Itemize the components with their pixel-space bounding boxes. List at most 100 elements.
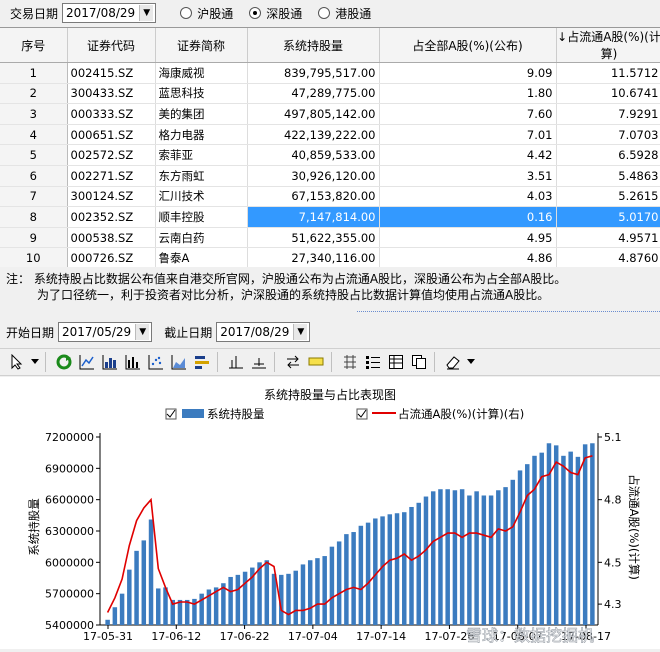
bar xyxy=(532,455,537,625)
x-tick-label: 17-06-12 xyxy=(151,630,201,643)
table-row[interactable]: 10 000726.SZ 鲁泰A 27,340,116.00 4.86 4.8760 xyxy=(0,247,660,267)
splitter-handle[interactable] xyxy=(357,311,660,315)
pct-all-cell: 7.60 xyxy=(379,103,557,125)
col-header-no[interactable]: 序号 xyxy=(0,28,68,63)
radio-label: 沪股通 xyxy=(197,6,234,21)
col-header-pct-float[interactable]: ↓占流通A股(%)(计算) xyxy=(556,28,660,63)
bar xyxy=(344,534,349,625)
table-icon[interactable] xyxy=(385,351,407,373)
vertical-line-icon[interactable] xyxy=(225,351,247,373)
bar xyxy=(365,522,371,625)
hbar-chart-icon[interactable] xyxy=(191,351,213,373)
col-header-code[interactable]: 证券代码 xyxy=(67,28,156,63)
copy-icon[interactable] xyxy=(408,351,430,373)
table-row[interactable]: 3 000333.SZ 美的集团 497,805,142.00 7.60 7.9291 xyxy=(0,103,660,125)
pointer-icon[interactable] xyxy=(6,351,28,373)
bar xyxy=(156,588,161,625)
toolbar-divider xyxy=(217,352,225,372)
area-chart-icon[interactable] xyxy=(168,351,190,373)
pct-all-cell: 3.51 xyxy=(379,165,557,187)
bar xyxy=(242,571,248,625)
chart-title: 系统持股量与占比表现图 xyxy=(264,387,396,402)
chevron-down-icon[interactable]: ▼ xyxy=(135,324,150,340)
row-number-cell: 3 xyxy=(0,103,68,125)
shares-cell: 497,805,142.00 xyxy=(247,103,380,125)
code-cell: 000538.SZ xyxy=(67,227,156,249)
row-number-cell: 6 xyxy=(0,165,68,187)
bar xyxy=(409,506,414,625)
pct-float-cell: 7.0703 xyxy=(556,124,660,146)
start-date-picker[interactable]: 2017/05/29 ▼ xyxy=(58,322,153,342)
name-cell: 东方雨虹 xyxy=(155,165,248,187)
bar xyxy=(184,599,190,625)
radio-hk-connect[interactable]: 港股通 xyxy=(318,5,371,22)
trend-line-icon[interactable] xyxy=(248,351,270,373)
line-chart-icon[interactable] xyxy=(76,351,98,373)
radio-shanghai-connect[interactable]: 沪股通 xyxy=(180,5,233,22)
chevron-down-icon[interactable]: ▼ xyxy=(139,5,154,21)
legend-label-line: 占流通A股(%)(计算)(右) xyxy=(398,407,524,421)
end-date-picker[interactable]: 2017/08/29 ▼ xyxy=(216,322,311,342)
shares-cell: 7,147,814.00 xyxy=(247,206,380,228)
start-date-value: 2017/05/29 xyxy=(62,325,132,339)
shares-cell: 67,153,820.00 xyxy=(247,186,380,208)
dropdown-icon[interactable] xyxy=(29,351,41,373)
column-chart-icon[interactable] xyxy=(122,351,144,373)
bar xyxy=(293,570,298,625)
col-header-name[interactable]: 证券简称 xyxy=(155,28,248,63)
scatter-chart-icon[interactable] xyxy=(145,351,167,373)
name-cell: 格力电器 xyxy=(155,124,248,146)
bar xyxy=(358,525,364,625)
bar xyxy=(402,512,407,625)
x-tick-label: 17-07-04 xyxy=(288,630,338,643)
bar-chart-icon[interactable] xyxy=(99,351,121,373)
shares-cell: 51,622,355.00 xyxy=(247,227,380,249)
table-row[interactable]: 5 002572.SZ 索菲亚 40,859,533.00 4.42 6.5928 xyxy=(0,144,660,166)
bar xyxy=(488,495,494,625)
bar xyxy=(127,569,132,625)
table-row[interactable]: 6 002271.SZ 东方雨虹 30,926,120.00 3.51 5.4863 xyxy=(0,165,660,187)
right-tick-label: 4.5 xyxy=(604,556,622,569)
radio-label: 港股通 xyxy=(335,6,372,21)
bar xyxy=(467,495,472,625)
chevron-down-icon[interactable]: ▼ xyxy=(293,324,308,340)
grid-settings-icon[interactable] xyxy=(339,351,361,373)
col-header-shares[interactable]: 系统持股量 xyxy=(247,28,380,63)
note-line-2: 为了口径统一，利于投资者对比分析，沪深股通的系统持股占比数据计算值均使用占流通A… xyxy=(37,288,550,302)
table-row[interactable]: 9 000538.SZ 云南白药 51,622,355.00 4.95 4.9571 xyxy=(0,227,660,249)
pct-all-cell: 0.16 xyxy=(379,206,557,228)
bar xyxy=(322,556,327,625)
right-tick-label: 4.3 xyxy=(604,598,622,611)
bar xyxy=(416,502,421,625)
right-tick-label: 5.1 xyxy=(604,431,622,444)
radio-shenzhen-connect[interactable]: 深股通 xyxy=(249,5,302,22)
refresh-icon[interactable] xyxy=(53,351,75,373)
code-cell: 300124.SZ xyxy=(67,186,156,208)
chart-toolbar xyxy=(0,348,660,376)
name-cell: 美的集团 xyxy=(155,103,248,125)
table-row[interactable]: 2 300433.SZ 蓝思科技 47,289,775.00 1.80 10.6741 xyxy=(0,83,660,105)
label-icon[interactable] xyxy=(305,351,327,373)
name-cell: 海康威视 xyxy=(155,62,248,84)
left-tick-label: 5700000 xyxy=(45,588,94,601)
bar xyxy=(134,550,139,625)
table-row[interactable]: 4 000651.SZ 格力电器 422,139,222.00 7.01 7.0703 xyxy=(0,124,660,146)
bar xyxy=(561,455,566,625)
bar xyxy=(177,599,183,625)
table-row[interactable]: 8 002352.SZ 顺丰控股 7,147,814.00 0.16 5.0170 xyxy=(0,206,660,228)
date-range-bar: 开始日期 2017/05/29 ▼ 截止日期 2017/08/29 ▼ xyxy=(0,320,660,344)
swap-axis-icon[interactable] xyxy=(282,351,304,373)
col-header-pct-all[interactable]: 占全部A股(%)(公布) xyxy=(379,28,557,63)
trade-date-picker[interactable]: 2017/08/29 ▼ xyxy=(62,3,157,23)
code-cell: 002352.SZ xyxy=(67,206,156,228)
eraser-icon[interactable] xyxy=(442,351,464,373)
legend-icon[interactable] xyxy=(362,351,384,373)
table-row[interactable]: 7 300124.SZ 汇川技术 67,153,820.00 4.03 5.2615 xyxy=(0,186,660,208)
bar xyxy=(112,607,118,625)
bar xyxy=(452,490,458,625)
bar xyxy=(510,479,516,625)
table-row[interactable]: 1 002415.SZ 海康威视 839,795,517.00 9.09 11.5712 xyxy=(0,62,660,84)
bar xyxy=(105,619,110,625)
dropdown2-icon[interactable] xyxy=(465,351,477,373)
bar xyxy=(141,540,147,625)
